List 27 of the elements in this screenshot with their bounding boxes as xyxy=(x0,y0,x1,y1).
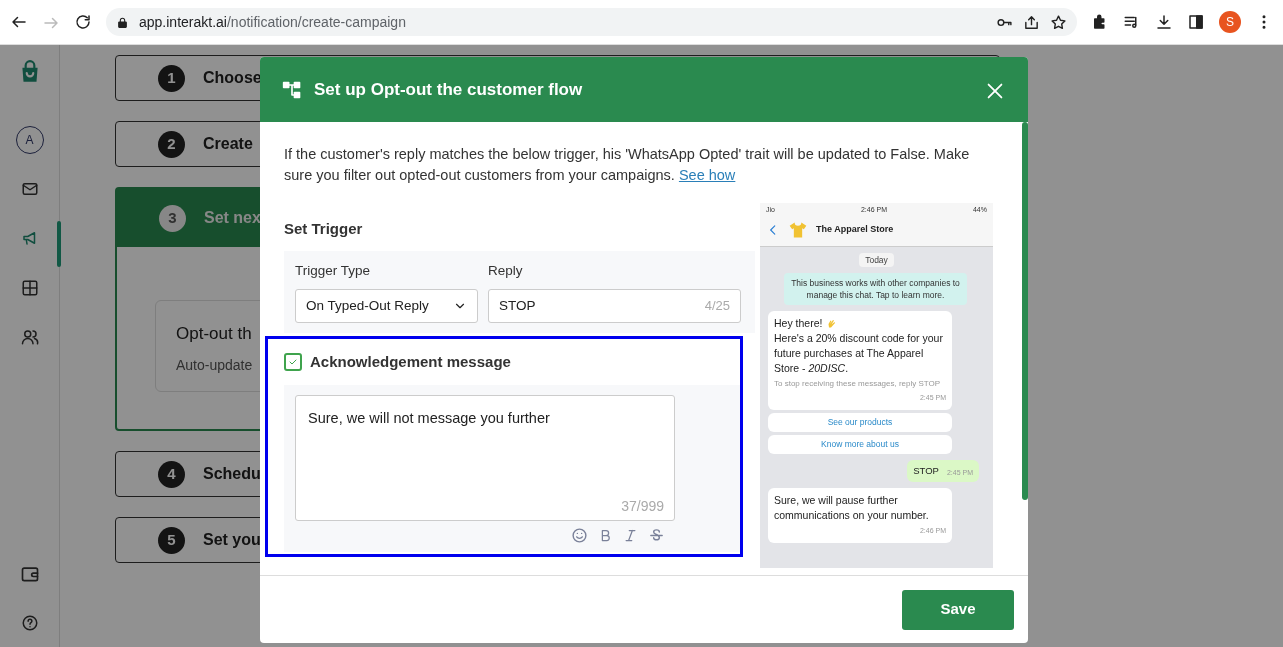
url-text: app.interakt.ai/notification/create-campaign xyxy=(139,12,406,32)
step-title: Set nex xyxy=(204,208,261,228)
field-label: Reply xyxy=(488,261,524,280)
step-number: 3 xyxy=(159,204,186,232)
checkbox-label: Acknowledgement message xyxy=(310,351,511,372)
option-subtitle: Auto-update xyxy=(176,356,253,373)
section-title: Set Trigger xyxy=(284,219,364,239)
field-label: Trigger Type xyxy=(295,261,372,280)
step-number: 5 xyxy=(158,526,185,554)
step-title: Choose xyxy=(203,68,262,88)
message-text: Here's a 20% discount code for your future purchases at The Apparel Store - 20DISC. xyxy=(774,331,944,377)
modal-title: Set up Opt-out the customer flow xyxy=(314,78,584,101)
step-number: 1 xyxy=(158,64,185,92)
step-number: 2 xyxy=(158,130,185,158)
step-title: Create xyxy=(203,134,253,154)
business-notice: This business works with other companies to manage this chat. Tap to learn more. xyxy=(784,273,967,306)
message-text: STOP xyxy=(913,463,939,478)
message-footer: To stop receiving these messages, reply STOP xyxy=(774,378,946,391)
option-title: Opt-out th xyxy=(176,324,252,343)
description-text: If the customer's reply matches the below trigger, his 'WhatsApp Opted' trait will be updated to False. Make sure you filter out opted-out customers from your campaigns. See how xyxy=(284,145,971,185)
step-number: 4 xyxy=(158,460,185,488)
date-chip: Today xyxy=(859,252,894,268)
greeting-text: Hey there! xyxy=(774,316,823,332)
step-title: Schedu xyxy=(203,464,261,484)
step-title: Set you xyxy=(203,530,261,550)
message-text: Sure, we will pause further communications on your number. xyxy=(774,493,930,523)
contact-name: The Apparel Store xyxy=(816,222,894,236)
